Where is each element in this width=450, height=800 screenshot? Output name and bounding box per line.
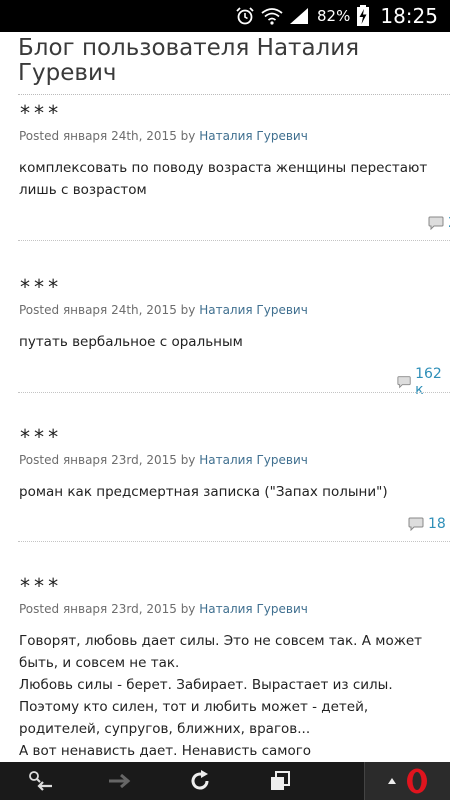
signal-icon: [289, 7, 309, 25]
battery-charging-icon: [356, 5, 370, 27]
posted-label: Posted: [19, 303, 60, 317]
post-date: января 24th, 2015: [62, 129, 177, 143]
post-body-line: Любовь силы - берет. Забирает. Вырастает…: [19, 677, 393, 693]
post-meta: Posted января 23rd, 2015 by Наталия Гуре…: [19, 453, 450, 467]
browser-toolbar: [0, 762, 450, 800]
post-title[interactable]: ***: [19, 275, 450, 299]
comments-link[interactable]: 162 к: [397, 366, 450, 398]
post-body: роман как предсмертная записка ("Запах п…: [19, 484, 388, 500]
reload-icon: [191, 770, 209, 790]
comment-icon: [397, 376, 411, 389]
post-item: *** Posted января 23rd, 2015 by Наталия …: [0, 574, 450, 762]
by-label: by: [180, 602, 196, 616]
post-meta: Posted января 24th, 2015 by Наталия Гуре…: [19, 129, 450, 143]
divider: [18, 392, 450, 393]
opera-menu-button[interactable]: [364, 762, 450, 800]
author-link[interactable]: Наталия Гуревич: [199, 453, 308, 467]
clock: 18:25: [380, 4, 438, 28]
post-body-line: родителей, супругов, ближних, врагов...: [19, 721, 311, 737]
tabs-icon: [271, 771, 290, 790]
chevron-up-icon: [387, 778, 396, 784]
post-body-line: быть, и совсем не так.: [19, 655, 180, 671]
post-body-line: Говорят, любовь дает силы. Это не совсем…: [19, 633, 423, 649]
posted-label: Posted: [19, 453, 60, 467]
comments-count: 18: [428, 516, 446, 532]
post-body-line: Поэтому кто силен, тот и любить может - …: [19, 699, 369, 715]
post-date: января 23rd, 2015: [62, 453, 177, 467]
by-label: by: [180, 453, 196, 467]
author-link[interactable]: Наталия Гуревич: [199, 303, 308, 317]
battery-percent: 82%: [317, 7, 351, 25]
opera-menu-icon: [406, 768, 427, 794]
post-item: *** Posted января 24th, 2015 by Наталия …: [0, 275, 450, 353]
author-link[interactable]: Наталия Гуревич: [199, 129, 308, 143]
reload-button[interactable]: [160, 762, 240, 800]
comment-icon: [408, 517, 424, 531]
post-meta: Posted января 24th, 2015 by Наталия Гуре…: [19, 303, 450, 317]
post-item: *** Posted января 23rd, 2015 by Наталия …: [0, 425, 450, 503]
post-body: путать вербальное с оральным: [19, 334, 243, 350]
post-title[interactable]: ***: [19, 425, 450, 449]
author-link[interactable]: Наталия Гуревич: [199, 602, 308, 616]
post-date: января 24th, 2015: [62, 303, 177, 317]
comments-count: 162 к: [415, 366, 442, 398]
comment-icon: [428, 216, 444, 230]
page-content: Блог пользователя Наталия Гуревич *** Po…: [0, 32, 450, 762]
forward-button[interactable]: [80, 762, 160, 800]
post-body: Говорят, любовь дает силы. Это не совсем…: [19, 630, 439, 762]
post-title[interactable]: ***: [19, 574, 450, 598]
tabs-button[interactable]: [240, 762, 320, 800]
wifi-icon: [261, 7, 283, 25]
comments-link[interactable]: 18: [408, 516, 446, 532]
posted-label: Posted: [19, 602, 60, 616]
page-title: Блог пользователя Наталия Гуревич: [18, 35, 360, 86]
post-body-line: А вот ненависть дает. Ненависть самого: [19, 743, 312, 759]
comments-link[interactable]: 2: [428, 215, 450, 231]
back-icon: [29, 771, 52, 791]
post-body: комплексовать по поводу возраста женщины…: [19, 160, 428, 198]
post-item: *** Posted января 24th, 2015 by Наталия …: [0, 101, 450, 201]
status-bar: 82% 18:25: [0, 0, 450, 32]
by-label: by: [180, 129, 196, 143]
back-button[interactable]: [0, 762, 80, 800]
alarm-icon: [235, 6, 255, 26]
divider: [18, 240, 450, 241]
forward-icon: [109, 773, 131, 789]
post-title[interactable]: ***: [19, 101, 450, 125]
divider: [18, 94, 450, 95]
divider: [18, 541, 450, 542]
post-date: января 23rd, 2015: [62, 602, 177, 616]
post-meta: Posted января 23rd, 2015 by Наталия Гуре…: [19, 602, 450, 616]
posted-label: Posted: [19, 129, 60, 143]
by-label: by: [180, 303, 196, 317]
